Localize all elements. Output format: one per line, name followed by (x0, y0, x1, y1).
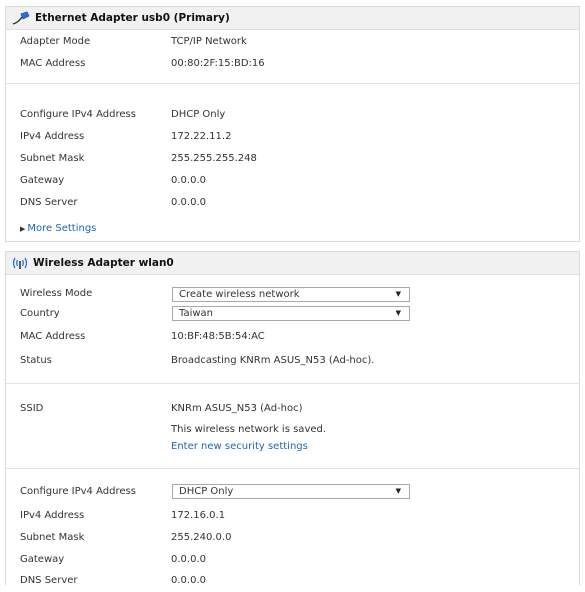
ssid-label: SSID (20, 403, 44, 414)
enter-security-settings-link[interactable]: Enter new security settings (171, 441, 308, 452)
wireless-status-label: Status (20, 355, 52, 366)
configure-ipv4-selected-value: DHCP Only (179, 486, 234, 497)
ethernet-dns-row: DNS Server 0.0.0.0 (6, 192, 579, 214)
wireless-mac-value: 10:BF:48:5B:54:AC (171, 331, 265, 342)
ethernet-plug-icon (12, 11, 30, 25)
ethernet-configure-ipv4-label: Configure IPv4 Address (20, 109, 136, 120)
security-link-row: Enter new security settings (6, 436, 579, 458)
ethernet-ipv4-value: 172.22.11.2 (171, 131, 232, 142)
wireless-adapter-panel: Wireless Adapter wlan0 Wireless Mode Cre… (5, 251, 580, 586)
wireless-mode-selected-value: Create wireless network (179, 289, 300, 300)
wireless-ipv4-row: IPv4 Address 172.16.0.1 (6, 505, 579, 527)
chevron-down-icon: ▼ (395, 309, 401, 317)
wireless-subnet-value: 255.240.0.0 (171, 532, 232, 543)
ethernet-dns-value: 0.0.0.0 (171, 197, 206, 208)
country-selected-value: Taiwan (179, 308, 214, 319)
ethernet-adapter-panel: Ethernet Adapter usb0 (Primary) Adapter … (5, 6, 580, 242)
wireless-divider-1 (6, 383, 579, 384)
country-select[interactable]: Taiwan ▼ (172, 306, 410, 321)
wireless-gateway-value: 0.0.0.0 (171, 554, 206, 565)
wireless-gateway-label: Gateway (20, 554, 65, 565)
wireless-ipv4-value: 172.16.0.1 (171, 510, 226, 521)
wireless-mode-select[interactable]: Create wireless network ▼ (172, 287, 410, 302)
wireless-gateway-row: Gateway 0.0.0.0 (6, 549, 579, 571)
wireless-dns-row: DNS Server 0.0.0.0 (6, 570, 579, 592)
configure-ipv4-select[interactable]: DHCP Only ▼ (172, 484, 410, 499)
chevron-down-icon: ▼ (395, 487, 401, 495)
ethernet-adapter-title: Ethernet Adapter usb0 (Primary) (35, 12, 230, 24)
wireless-mode-label: Wireless Mode (20, 288, 93, 299)
wireless-ipv4-label: IPv4 Address (20, 510, 85, 521)
wireless-adapter-title: Wireless Adapter wlan0 (33, 257, 174, 269)
country-label: Country (20, 308, 60, 319)
more-settings-label: More Settings (27, 223, 97, 234)
ethernet-gateway-label: Gateway (20, 175, 65, 186)
more-settings-link[interactable]: ▶ More Settings (20, 223, 96, 234)
wireless-dns-label: DNS Server (20, 575, 78, 586)
ethernet-configure-ipv4-row: Configure IPv4 Address DHCP Only (6, 104, 579, 126)
wireless-status-row: Status Broadcasting KNRm ASUS_N53 (Ad-ho… (6, 350, 579, 372)
ethernet-subnet-value: 255.255.255.248 (171, 153, 257, 164)
adapter-mode-row: Adapter Mode TCP/IP Network (6, 31, 579, 53)
ethernet-ipv4-label: IPv4 Address (20, 131, 85, 142)
ethernet-dns-label: DNS Server (20, 197, 78, 208)
wireless-subnet-label: Subnet Mask (20, 532, 85, 543)
wireless-configure-ipv4-label: Configure IPv4 Address (20, 486, 136, 497)
ethernet-subnet-label: Subnet Mask (20, 153, 85, 164)
ethernet-subnet-row: Subnet Mask 255.255.255.248 (6, 148, 579, 170)
ethernet-ipv4-row: IPv4 Address 172.22.11.2 (6, 126, 579, 148)
ethernet-gateway-row: Gateway 0.0.0.0 (6, 170, 579, 192)
ethernet-adapter-header: Ethernet Adapter usb0 (Primary) (6, 7, 579, 30)
ssid-value: KNRm ASUS_N53 (Ad-hoc) (171, 403, 303, 414)
ethernet-gateway-value: 0.0.0.0 (171, 175, 206, 186)
ethernet-configure-ipv4-value: DHCP Only (171, 109, 226, 120)
wireless-adapter-header: Wireless Adapter wlan0 (6, 252, 579, 275)
ssid-row: SSID KNRm ASUS_N53 (Ad-hoc) (6, 398, 579, 420)
expand-triangle-icon: ▶ (20, 225, 26, 233)
ethernet-divider (6, 83, 579, 84)
wireless-dns-value: 0.0.0.0 (171, 575, 206, 586)
wireless-mac-label: MAC Address (20, 331, 86, 342)
ethernet-mac-row: MAC Address 00:80:2F:15:BD:16 (6, 53, 579, 75)
wireless-status-value: Broadcasting KNRm ASUS_N53 (Ad-hoc). (171, 355, 375, 366)
wireless-signal-icon (12, 256, 28, 270)
wireless-mac-row: MAC Address 10:BF:48:5B:54:AC (6, 326, 579, 348)
wireless-subnet-row: Subnet Mask 255.240.0.0 (6, 527, 579, 549)
chevron-down-icon: ▼ (395, 290, 401, 298)
wireless-divider-2 (6, 468, 579, 469)
adapter-mode-value: TCP/IP Network (171, 36, 247, 47)
ethernet-mac-value: 00:80:2F:15:BD:16 (171, 58, 265, 69)
ssid-saved-note: This wireless network is saved. (171, 424, 327, 435)
adapter-mode-label: Adapter Mode (20, 36, 91, 47)
ethernet-mac-label: MAC Address (20, 58, 86, 69)
